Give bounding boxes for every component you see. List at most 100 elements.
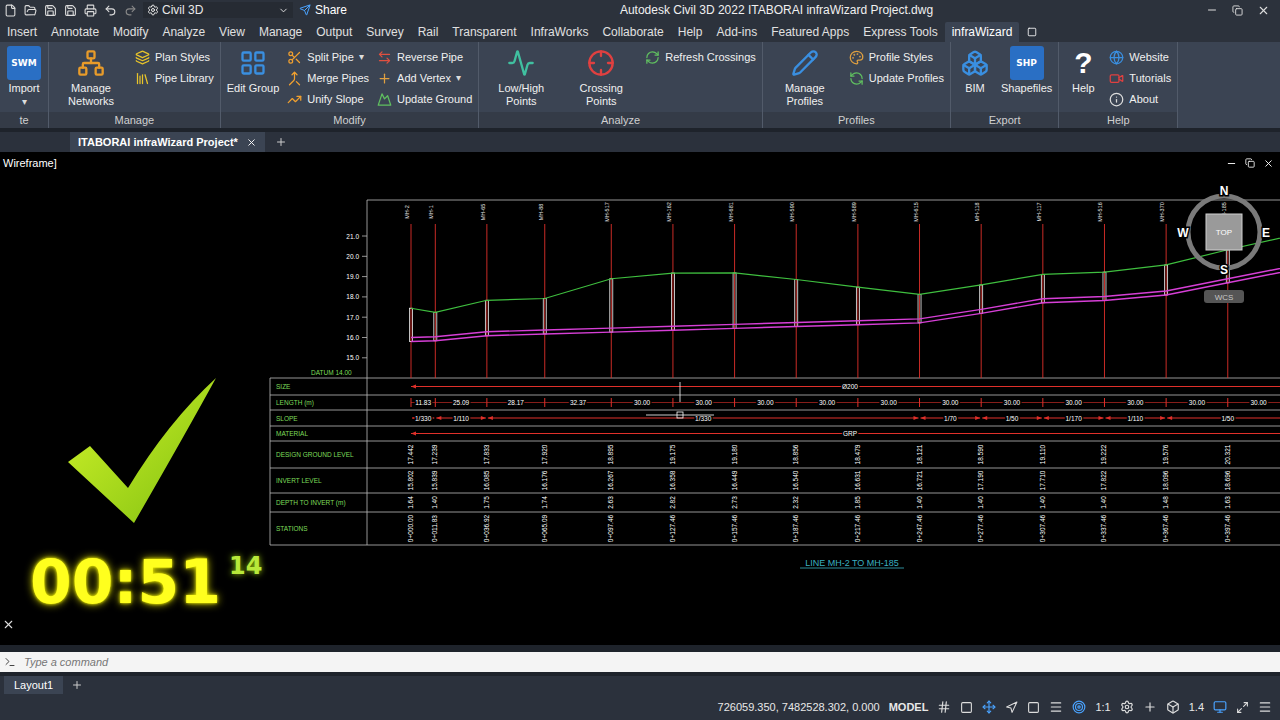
ribbon-tab[interactable]: Output [309, 22, 359, 42]
workspace-dropdown[interactable]: Civil 3D [143, 2, 293, 18]
osnap-icon[interactable] [1027, 701, 1040, 714]
close-tab-icon[interactable] [246, 137, 257, 148]
add-layout-button[interactable] [71, 676, 83, 694]
workspace-gear-icon[interactable] [1120, 700, 1134, 714]
large-tool-button[interactable]: BIM [957, 46, 993, 95]
large-tool-button[interactable]: SWMImport▾ [6, 46, 42, 107]
ribbon-tab[interactable]: InfraWorks [524, 22, 596, 42]
close-viewport-icon[interactable] [1263, 158, 1274, 169]
small-tool-button[interactable]: Update Ground [377, 90, 472, 108]
lineweight-icon[interactable] [1049, 700, 1063, 714]
ribbon-tab[interactable]: Collaborate [595, 22, 670, 42]
model-space-button[interactable]: MODEL [889, 701, 929, 713]
command-menu-button[interactable] [4, 656, 16, 668]
ribbon-tab[interactable]: Help [671, 22, 710, 42]
ribbon-tab[interactable]: View [212, 22, 252, 42]
large-tool-button[interactable]: Manage Networks [55, 46, 127, 108]
small-tool-button[interactable]: About [1109, 90, 1171, 108]
restore-icon[interactable] [1232, 5, 1243, 16]
manhole[interactable]: MH-370 [1159, 202, 1168, 378]
manhole[interactable]: MH-65 [480, 204, 489, 378]
small-tool-button[interactable]: Website [1109, 48, 1171, 66]
ribbon-tab[interactable]: Annotate [44, 22, 106, 42]
ribbon-tab[interactable]: Analyze [155, 22, 212, 42]
large-tool-button[interactable]: SHPShapefiles [1001, 46, 1052, 95]
new-tab-button[interactable] [275, 132, 287, 152]
ribbon-tab[interactable]: Add-ins [709, 22, 764, 42]
small-tool-button[interactable]: Split Pipe▾ [287, 48, 369, 66]
command-close-button[interactable] [2, 617, 15, 635]
dropdown-caret[interactable]: ▾ [359, 52, 364, 62]
print-icon[interactable] [84, 4, 97, 17]
restore-viewport-icon[interactable] [1245, 158, 1255, 168]
manhole[interactable]: MH-88 [538, 204, 547, 378]
viewport-label[interactable]: Wireframe] [3, 157, 57, 169]
manhole[interactable]: MH-162 [666, 202, 675, 378]
manhole[interactable]: MH-590 [789, 202, 798, 378]
redo-icon[interactable] [124, 4, 137, 17]
snap-icon[interactable] [960, 701, 973, 714]
large-tool-button[interactable]: Edit Group [227, 46, 280, 95]
small-tool-button[interactable]: Reverse Pipe [377, 48, 472, 66]
ribbon-tab[interactable]: Featured Apps [764, 22, 856, 42]
save-icon[interactable] [44, 4, 57, 17]
viewcube[interactable]: TOPNSEWWCS [1176, 182, 1276, 307]
ribbon-tab[interactable]: infraWizard [945, 22, 1020, 42]
minimize-icon[interactable] [1206, 4, 1218, 16]
small-tool-button[interactable]: Profile Styles [849, 48, 944, 66]
small-tool-button[interactable]: Refresh Crossings [645, 48, 755, 66]
small-tool-button[interactable]: Plan Styles [135, 48, 214, 66]
plus-icon[interactable] [1143, 700, 1157, 714]
ribbon-minimize-button[interactable] [1019, 22, 1045, 42]
command-input[interactable] [22, 655, 1276, 669]
annotation-value[interactable]: 1.4 [1189, 701, 1204, 713]
drawing-canvas[interactable]: 21.020.019.018.017.016.015.0DATUM 14.00M… [0, 152, 1280, 645]
ribbon-tab[interactable]: Transparent [445, 22, 523, 42]
small-tool-button[interactable]: Unify Slope [287, 90, 369, 108]
customize-menu-icon[interactable] [1258, 700, 1272, 714]
share-button[interactable]: Share [299, 3, 347, 17]
dropdown-caret[interactable]: ▾ [22, 97, 27, 107]
large-tool-button[interactable]: Low/High Points [485, 46, 557, 108]
large-tool-button[interactable]: Crossing Points [565, 46, 637, 108]
hardware-icon[interactable] [1213, 700, 1227, 714]
fullscreen-icon[interactable] [1236, 701, 1249, 714]
ribbon-tab[interactable]: Rail [411, 22, 446, 42]
manhole[interactable]: MH-589 [851, 202, 860, 378]
close-icon[interactable] [1257, 4, 1270, 17]
small-tool-button[interactable]: Pipe Library [135, 69, 214, 87]
large-tool-button[interactable]: Manage Profiles [769, 46, 841, 108]
small-tool-button[interactable]: Tutorials [1109, 69, 1171, 87]
manhole[interactable]: MH-1 [428, 205, 437, 378]
small-tool-button[interactable]: Merge Pipes [287, 69, 369, 87]
ribbon-tab[interactable]: Survey [359, 22, 410, 42]
large-tool-button[interactable]: ?Help [1065, 46, 1101, 95]
manhole[interactable]: MH-516 [1097, 202, 1106, 378]
small-tool-button[interactable]: Update Profiles [849, 69, 944, 87]
save-as-icon[interactable] [64, 4, 77, 17]
manhole[interactable]: MH-681 [728, 202, 737, 378]
manhole[interactable]: MH-118 [974, 202, 983, 378]
transparency-icon[interactable] [1072, 700, 1086, 714]
undo-icon[interactable] [104, 4, 117, 17]
ribbon-tab[interactable]: Modify [106, 22, 155, 42]
ribbon-tab[interactable]: Express Tools [856, 22, 944, 42]
open-folder-icon[interactable] [24, 4, 37, 17]
grid-icon[interactable] [937, 700, 951, 714]
manhole[interactable]: MH-117 [1036, 202, 1045, 378]
ortho-icon[interactable] [982, 700, 996, 714]
manhole[interactable]: MH-517 [604, 202, 613, 378]
ribbon-tab[interactable]: Manage [252, 22, 309, 42]
small-tool-button[interactable]: Add Vertex▾ [377, 69, 472, 87]
layout-tab[interactable]: Layout1 [4, 676, 63, 694]
ribbon-tab[interactable]: Insert [0, 22, 44, 42]
new-file-icon[interactable] [4, 4, 17, 17]
polar-icon[interactable] [1005, 701, 1018, 714]
minimize-viewport-icon[interactable] [1226, 158, 1237, 169]
manhole[interactable]: MH-615 [913, 202, 922, 378]
manhole[interactable]: MH-2 [404, 205, 413, 378]
isolate-icon[interactable] [1166, 700, 1180, 714]
dropdown-caret[interactable]: ▾ [456, 73, 461, 83]
annotation-scale[interactable]: 1:1 [1095, 701, 1110, 713]
document-tab[interactable]: ITABORAI infraWizard Project* [70, 132, 265, 152]
